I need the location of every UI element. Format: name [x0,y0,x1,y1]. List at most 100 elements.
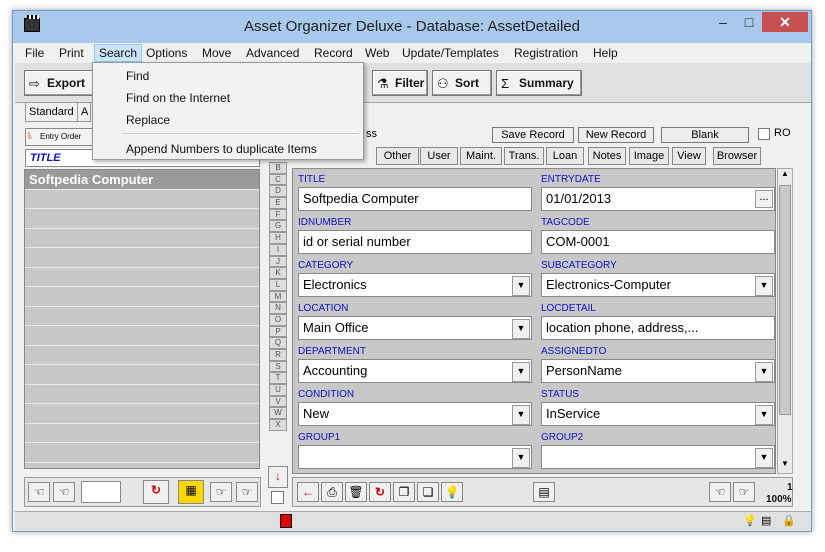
list-item[interactable] [25,190,259,209]
list-item[interactable] [25,248,259,268]
list-item[interactable] [25,365,259,385]
alpha-e[interactable]: E [269,197,287,209]
entrydate-field[interactable]: 01/01/2013... [541,187,775,211]
alpha-j[interactable]: J [269,255,287,268]
alpha-h[interactable]: H [269,232,287,244]
list-item[interactable] [25,424,259,443]
tab-a[interactable]: A [77,102,91,122]
tab-maint[interactable]: Maint. [460,147,502,165]
alpha-d[interactable]: D [269,185,287,198]
alpha-u[interactable]: U [269,384,287,396]
list-item[interactable] [25,385,259,404]
locdetail-field[interactable]: location phone, address,... [541,316,775,340]
alpha-p[interactable]: P [269,325,287,338]
department-select[interactable]: Accounting [298,359,532,383]
title-field[interactable]: Softpedia Computer [298,187,532,211]
group2-select[interactable] [541,445,775,469]
list-item[interactable] [25,326,259,346]
duplicate-icon[interactable]: ❏ [417,482,439,502]
scroll-thumb[interactable] [779,185,791,415]
menu-print[interactable]: Print [55,45,88,61]
maximize-button[interactable]: □ [736,12,762,32]
alpha-b[interactable]: B [269,162,287,174]
list-item[interactable]: Softpedia Computer [25,170,259,190]
select-checkbox[interactable] [271,491,284,504]
sort-button[interactable]: ⚇ Sort [432,70,492,96]
close-button[interactable]: ✕ [762,12,808,32]
print-icon[interactable]: ⎙ [321,482,343,502]
form-scrollbar[interactable]: ▲ ▼ [777,168,793,474]
alpha-r[interactable]: R [269,349,287,361]
tab-other[interactable]: Other [376,147,419,165]
tab-browser[interactable]: Browser [713,147,761,165]
list-item[interactable] [25,229,259,248]
group1-select[interactable] [298,445,532,469]
list-item[interactable] [25,307,259,326]
location-select[interactable]: Main Office [298,316,532,340]
category-select[interactable]: Electronics [298,273,532,297]
assignedto-select[interactable]: PersonName [541,359,775,383]
condition-select[interactable]: New [298,402,532,426]
alpha-o[interactable]: O [269,313,287,326]
summary-button[interactable]: Σ Summary [496,70,582,96]
menu-item-find[interactable]: Find [126,69,149,83]
menu-advanced[interactable]: Advanced [242,45,303,61]
menu-item-find-internet[interactable]: Find on the Internet [126,91,230,105]
back-arrow-icon[interactable]: ← [297,482,319,502]
tab-loan[interactable]: Loan [546,147,584,165]
idnumber-field[interactable]: id or serial number [298,230,532,254]
blank-button[interactable]: Blank [661,127,749,143]
list-item[interactable] [25,268,259,287]
tab-notes[interactable]: Notes [588,147,626,165]
list-item[interactable] [25,404,259,424]
nav-prev-right-icon[interactable]: ☜ [709,482,731,502]
alpha-l[interactable]: L [269,278,287,291]
list-item[interactable] [25,346,259,365]
menu-item-replace[interactable]: Replace [126,113,170,127]
report-icon[interactable]: ▤ [533,482,555,502]
palette-icon[interactable]: ▦ [178,480,204,504]
tab-user[interactable]: User [420,147,458,165]
list-item[interactable] [25,443,259,463]
alpha-g[interactable]: G [269,220,287,233]
down-arrow-icon[interactable]: ↓ [268,466,288,488]
menu-web[interactable]: Web [361,45,393,61]
alpha-w[interactable]: W [269,407,287,420]
tab-standard[interactable]: Standard [25,102,78,122]
minimize-button[interactable]: – [710,12,736,32]
scroll-up-icon[interactable]: ▲ [778,169,792,183]
list-item[interactable] [25,209,259,229]
alpha-q[interactable]: Q [269,337,287,349]
tab-view[interactable]: View [672,147,706,165]
nav-next-right-icon[interactable]: ☞ [733,482,755,502]
alpha-f[interactable]: F [269,208,287,221]
nav-next-icon[interactable]: ☞ [210,482,232,502]
trash-icon[interactable]: 🗑 [345,482,367,502]
new-record-button[interactable]: New Record [578,127,654,143]
subcategory-select[interactable]: Electronics-Computer [541,273,775,297]
refresh-icon[interactable]: ↻ [143,480,169,504]
menu-move[interactable]: Move [198,45,235,61]
menu-help[interactable]: Help [589,45,622,61]
menu-item-append-numbers[interactable]: Append Numbers to duplicate Items [126,142,317,156]
menu-update-templates[interactable]: Update/Templates [398,45,503,61]
nav-prev-icon[interactable]: ☜ [53,482,75,502]
menu-registration[interactable]: Registration [510,45,582,61]
menu-record[interactable]: Record [310,45,357,61]
ellipsis-button[interactable]: ... [755,190,773,208]
menu-search[interactable]: Search [94,44,143,62]
copy-record-icon[interactable]: ❐ [393,482,415,502]
alpha-k[interactable]: K [269,267,287,279]
alpha-s[interactable]: S [269,360,287,373]
ro-checkbox[interactable] [758,128,770,140]
status-select[interactable]: InService [541,402,775,426]
scroll-down-icon[interactable]: ▼ [778,459,792,473]
menu-file[interactable]: File [21,45,48,61]
tab-trans[interactable]: Trans. [504,147,544,165]
menu-options[interactable]: Options [142,45,191,61]
alpha-v[interactable]: V [269,395,287,408]
alpha-t[interactable]: T [269,372,287,385]
list-item[interactable] [25,287,259,307]
alpha-i[interactable]: I [269,243,287,256]
nav-last-icon[interactable]: ☞ [236,482,258,502]
